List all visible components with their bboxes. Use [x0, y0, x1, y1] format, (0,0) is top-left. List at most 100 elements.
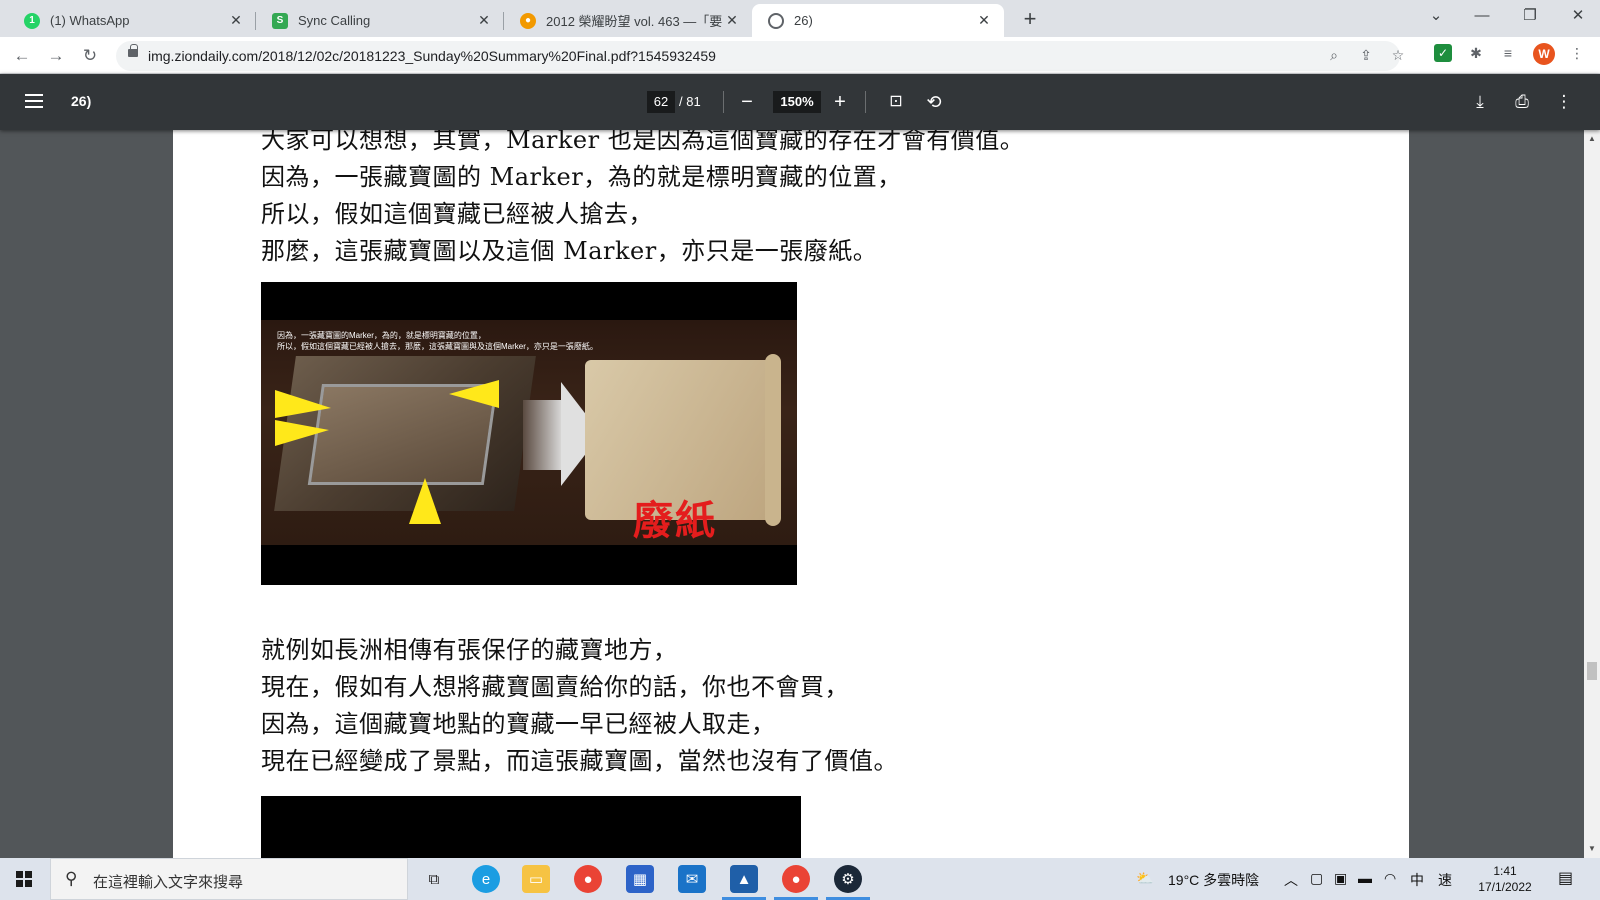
- profile-avatar[interactable]: W: [1533, 43, 1555, 65]
- paragraph-line: 因為，這個藏寶地點的寶藏一早已經被人取走，: [261, 710, 776, 738]
- address-bar[interactable]: img.ziondaily.com/2018/12/02c/20181223_S…: [116, 41, 1404, 71]
- notification-icon[interactable]: ▤: [1558, 868, 1573, 888]
- close-window-button[interactable]: ✕: [1556, 0, 1600, 32]
- paragraph-line: 就例如長洲相傳有張保仔的藏寶地方，: [261, 636, 678, 664]
- scroll-up-icon[interactable]: ▲: [1588, 134, 1596, 143]
- tab-title: (1) WhatsApp: [50, 13, 130, 28]
- paragraph-line: 所以，假如這個寶藏已經被人搶去，: [261, 200, 653, 228]
- minimize-button[interactable]: —: [1460, 0, 1504, 32]
- show-hidden-icons-chevron-icon[interactable]: ︿: [1284, 870, 1298, 890]
- yellow-pointer-shape: [275, 420, 329, 446]
- restore-button[interactable]: ❐: [1508, 0, 1552, 32]
- slide-caption: 因為，一張藏寶圖的Marker，為的，就是標明寶藏的位置， 所以，假如這個寶藏已…: [277, 330, 598, 352]
- photos-icon[interactable]: ▲: [730, 865, 758, 893]
- search-icon: ⚲: [65, 869, 78, 888]
- tab-search-chevron-icon[interactable]: ⌄: [1414, 0, 1458, 32]
- extensions-puzzle-icon[interactable]: ✱: [1465, 42, 1487, 64]
- browser-toolbar: ← → ↻ img.ziondaily.com/2018/12/02c/2018…: [0, 37, 1600, 74]
- menu-icon[interactable]: [25, 94, 43, 108]
- pdf-title: 26): [71, 93, 92, 109]
- ime-speed-mode[interactable]: 速: [1438, 870, 1452, 890]
- paragraph-line: 現在已經變成了景點，而這張藏寶圖，當然也沒有了價值。: [261, 747, 898, 775]
- steam-icon[interactable]: ⚙: [834, 865, 862, 893]
- tab-2012[interactable]: ● 2012 榮耀盼望 vol. 463 —「要 ✕: [504, 4, 752, 37]
- url-text[interactable]: img.ziondaily.com/2018/12/02c/20181223_S…: [148, 48, 716, 64]
- slide-scene: 因為，一張藏寶圖的Marker，為的，就是標明寶藏的位置， 所以，假如這個寶藏已…: [261, 320, 797, 545]
- yellow-pointer-shape: [275, 390, 331, 418]
- chrome-icon[interactable]: ●: [574, 865, 602, 893]
- tab-strip: 1 (1) WhatsApp ✕ S Sync Calling ✕ ● 2012…: [0, 0, 1600, 37]
- back-arrow-icon[interactable]: ←: [8, 42, 36, 70]
- tab-sync-calling[interactable]: S Sync Calling ✕: [256, 4, 504, 37]
- print-icon[interactable]: ⎙: [1508, 88, 1536, 116]
- clock-date: 17/1/2022: [1478, 880, 1532, 894]
- vertical-scrollbar[interactable]: ▲ ▼: [1584, 130, 1600, 858]
- network-device-icon[interactable]: ▢: [1310, 870, 1323, 887]
- scrollbar-thumb[interactable]: [1587, 662, 1597, 680]
- taskbar: ⚲ 在這裡輸入文字來搜尋 ⧉ e ▭ ● ▦ ✉ ▲ ● ⚙ ⛅ 19°C 多雲…: [0, 858, 1600, 900]
- scroll-down-icon[interactable]: ▼: [1588, 844, 1596, 853]
- fit-page-icon[interactable]: ⊡: [882, 88, 910, 116]
- paragraph-line: 大家可以想想，其實，Marker 也是因為這個寶藏的存在才會有價值。: [261, 130, 1025, 154]
- lock-icon[interactable]: [128, 44, 138, 57]
- zoom-input[interactable]: 150%: [773, 91, 821, 113]
- paragraph-line: 現在，假如有人想將藏寶圖賣給你的話，你也不會買，: [261, 673, 849, 701]
- close-tab-icon[interactable]: ✕: [976, 12, 992, 29]
- paragraph-line: 那麼，這張藏寶圖以及這個 Marker，亦只是一張廢紙。: [261, 237, 878, 265]
- tab-title: Sync Calling: [298, 13, 371, 28]
- zoom-out-button[interactable]: −: [733, 88, 761, 116]
- windows-start-icon[interactable]: [16, 871, 32, 887]
- zoom-icon[interactable]: ⌕: [1324, 47, 1344, 64]
- tab-pdf[interactable]: 26) ✕: [752, 4, 1004, 37]
- toolbar-divider: [865, 91, 866, 113]
- tab-whatsapp[interactable]: 1 (1) WhatsApp ✕: [8, 4, 256, 37]
- display-icon[interactable]: ▣: [1334, 870, 1347, 887]
- pdf-page: 大家可以想想，其實，Marker 也是因為這個寶藏的存在才會有價值。 因為，一張…: [173, 130, 1409, 858]
- rotate-icon[interactable]: ⟲: [920, 88, 948, 116]
- more-actions-icon[interactable]: ⋮: [1550, 88, 1578, 116]
- microsoft-store-icon[interactable]: ▦: [626, 865, 654, 893]
- tab-title: 2012 榮耀盼望 vol. 463 —「要: [546, 14, 723, 29]
- edge-browser-icon[interactable]: e: [472, 865, 500, 893]
- toolbar-divider: [723, 91, 724, 113]
- new-tab-button[interactable]: +: [1016, 6, 1044, 34]
- system-clock[interactable]: 1:41 17/1/2022: [1470, 863, 1540, 895]
- slide-caption-line: 所以，假如這個寶藏已經被人搶去，那麼，這張藏寶圖與及這個Marker，亦只是一張…: [277, 342, 598, 351]
- tab-title: 26): [794, 13, 813, 28]
- weather-icon[interactable]: ⛅: [1136, 870, 1153, 887]
- sync-calling-icon: S: [272, 12, 288, 29]
- treasure-map-slide-image: 因為，一張藏寶圖的Marker，為的，就是標明寶藏的位置， 所以，假如這個寶藏已…: [261, 282, 797, 585]
- close-tab-icon[interactable]: ✕: [476, 12, 492, 29]
- share-icon[interactable]: ⇪: [1356, 47, 1376, 64]
- extension-check-icon[interactable]: ✓: [1434, 44, 1452, 62]
- ime-mode[interactable]: 中: [1410, 870, 1424, 890]
- zoom-in-button[interactable]: +: [826, 88, 854, 116]
- reload-icon[interactable]: ↻: [76, 42, 104, 70]
- file-explorer-icon[interactable]: ▭: [522, 865, 550, 893]
- download-icon[interactable]: ⤓: [1466, 88, 1494, 116]
- task-view-icon[interactable]: ⧉: [420, 865, 448, 893]
- bookmark-star-icon[interactable]: ☆: [1388, 47, 1408, 64]
- yellow-pointer-shape: [449, 380, 499, 408]
- battery-icon[interactable]: ▬: [1358, 870, 1372, 886]
- close-tab-icon[interactable]: ✕: [228, 12, 244, 29]
- paragraph-line: 因為，一張藏寶圖的 Marker，為的就是標明寶藏的位置，: [261, 163, 902, 191]
- chrome-active-icon[interactable]: ●: [782, 865, 810, 893]
- taskbar-search-box[interactable]: ⚲ 在這裡輸入文字來搜尋: [50, 858, 408, 900]
- close-tab-icon[interactable]: ✕: [724, 12, 740, 29]
- search-placeholder: 在這裡輸入文字來搜尋: [93, 874, 244, 891]
- globe-icon: [768, 12, 784, 29]
- browser-menu-icon[interactable]: ⋮: [1566, 42, 1588, 64]
- weather-text[interactable]: 19°C 多雲時陰: [1168, 870, 1259, 890]
- next-slide-image: [261, 796, 801, 858]
- wifi-icon[interactable]: ◠: [1384, 870, 1396, 887]
- pdf-viewer[interactable]: 大家可以想想，其實，Marker 也是因為這個寶藏的存在才會有價值。 因為，一張…: [0, 130, 1584, 858]
- arrow-shaft-shape: [523, 400, 563, 470]
- waste-paper-stamp: 廢紙: [633, 498, 717, 544]
- cookie-icon: ●: [520, 12, 536, 29]
- forward-arrow-icon[interactable]: →: [42, 42, 70, 70]
- page-number-input[interactable]: 62: [647, 91, 675, 113]
- reading-list-icon[interactable]: ≡: [1497, 42, 1519, 64]
- pdf-toolbar: 26) 62 / 81 − 150% + ⊡ ⟲ ⤓ ⎙ ⋮: [0, 74, 1600, 130]
- mail-icon[interactable]: ✉: [678, 865, 706, 893]
